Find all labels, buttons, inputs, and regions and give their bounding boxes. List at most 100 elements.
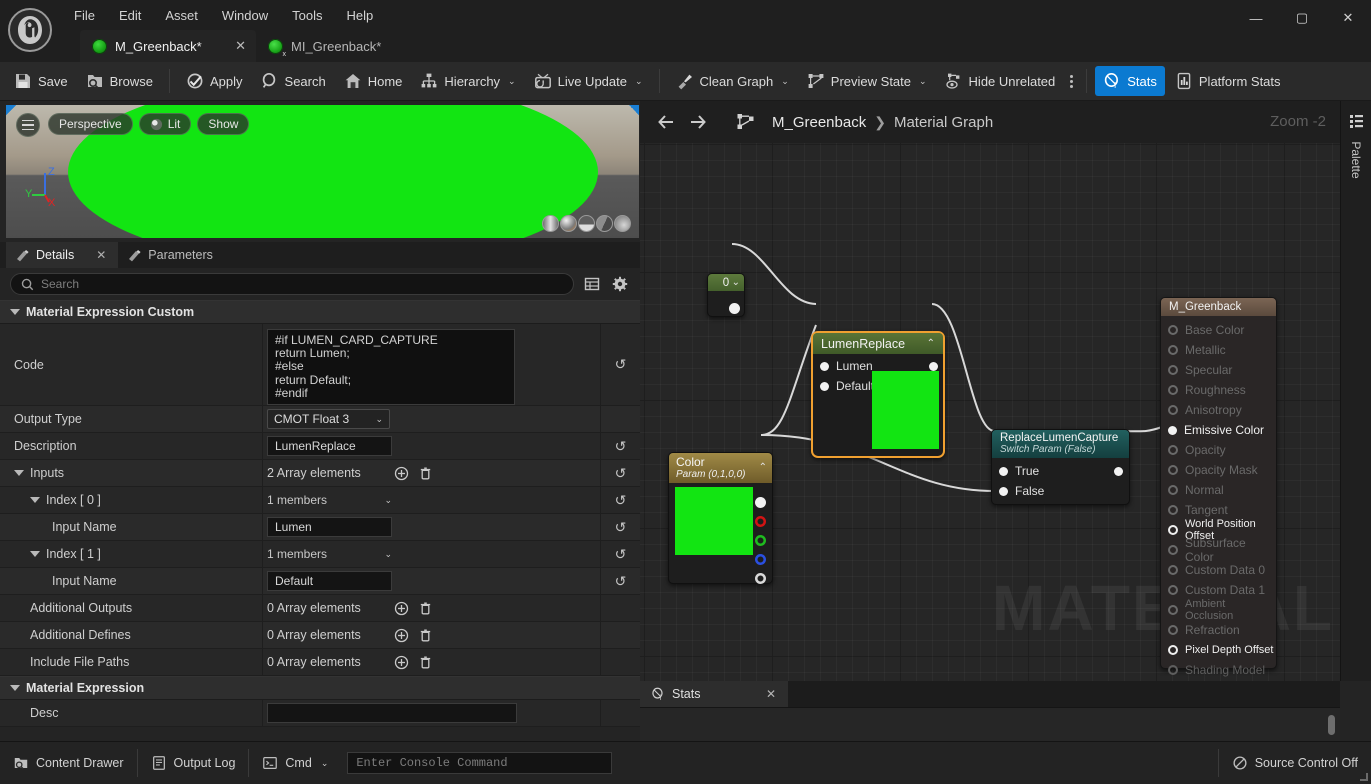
output-pin-r[interactable] [755, 516, 766, 527]
close-button[interactable]: ✕ [1325, 0, 1371, 36]
viewport-perspective-button[interactable]: Perspective [48, 113, 133, 135]
chevron-down-icon[interactable]: ⌄ [919, 76, 927, 87]
output-pin[interactable] [929, 361, 938, 371]
reset-to-default-button[interactable]: ↺ [600, 460, 640, 487]
output-pin-custom-data-0[interactable]: Custom Data 0 [1161, 560, 1276, 580]
content-drawer-button[interactable]: Content Drawer [0, 742, 137, 784]
chevron-down-icon[interactable]: ⌄ [732, 277, 740, 288]
reset-to-default-button[interactable]: ↺ [600, 324, 640, 406]
maximize-button[interactable]: ▢ [1279, 0, 1325, 36]
tab-stats[interactable]: i Stats ✕ [640, 681, 788, 707]
node-constant-0[interactable]: 0 ⌄ [707, 273, 745, 317]
close-icon[interactable]: ✕ [96, 248, 106, 262]
input-name-field[interactable]: Lumen [267, 517, 392, 538]
pin-dot-icon[interactable] [1168, 605, 1178, 615]
cmd-button[interactable]: Cmd ⌄ [249, 742, 341, 784]
close-icon[interactable]: ✕ [211, 38, 246, 54]
column-view-icon[interactable] [582, 274, 602, 294]
stats-toggle-button[interactable]: i Stats [1095, 66, 1165, 96]
expander-icon[interactable] [10, 685, 20, 692]
material-graph-editor[interactable]: MATERIAL 0 ⌄ LumenR [640, 101, 1340, 681]
chevron-down-icon[interactable]: ⌄ [781, 76, 789, 87]
search-input[interactable] [41, 277, 563, 291]
input-pin[interactable] [999, 466, 1008, 476]
custom-preview-icon[interactable] [614, 215, 631, 232]
expander-icon[interactable] [30, 551, 40, 558]
reset-to-default-button[interactable]: ↺ [600, 514, 640, 541]
breadcrumb-asset[interactable]: M_Greenback [772, 114, 866, 131]
chevron-down-icon[interactable]: ⌄ [635, 76, 643, 87]
menu-item-edit[interactable]: Edit [107, 4, 153, 27]
reset-to-default-button[interactable]: ↺ [600, 541, 640, 568]
add-element-button[interactable] [393, 654, 409, 670]
breadcrumb-page[interactable]: Material Graph [894, 114, 993, 131]
console-command-input[interactable]: Enter Console Command [347, 752, 613, 774]
forward-button[interactable] [684, 108, 712, 136]
details-search-box[interactable] [10, 273, 574, 295]
output-pin-roughness[interactable]: Roughness [1161, 380, 1276, 400]
menu-item-tools[interactable]: Tools [280, 4, 334, 27]
output-pin[interactable] [1114, 466, 1123, 476]
pin-dot-icon[interactable] [1168, 565, 1178, 575]
tab-m-greenback[interactable]: M_Greenback* ✕ [80, 30, 256, 62]
close-icon[interactable]: ✕ [766, 687, 776, 701]
node-replace-lumen-capture[interactable]: ReplaceLumenCapture Switch Param (False)… [991, 429, 1130, 505]
output-pin-g[interactable] [755, 535, 766, 546]
node-title-bar[interactable]: ReplaceLumenCapture Switch Param (False) [992, 430, 1129, 458]
plane-preview-icon[interactable] [578, 215, 595, 232]
platform-stats-button[interactable]: Platform Stats [1167, 66, 1289, 96]
node-input-false[interactable]: False [992, 481, 1129, 501]
output-pin-pixel-depth-offset[interactable]: Pixel Depth Offset [1161, 640, 1276, 660]
pin-dot-icon[interactable] [1168, 545, 1178, 555]
code-input[interactable]: #if LUMEN_CARD_CAPTURE return Lumen; #el… [267, 329, 515, 406]
section-material-expression-custom[interactable]: Material Expression Custom [0, 300, 640, 324]
input-pin[interactable] [820, 361, 829, 371]
cube-preview-icon[interactable] [596, 215, 613, 232]
pin-dot-icon[interactable] [1168, 405, 1178, 415]
menu-item-asset[interactable]: Asset [153, 4, 210, 27]
output-pin-opacity-mask[interactable]: Opacity Mask [1161, 460, 1276, 480]
output-pin-anisotropy[interactable]: Anisotropy [1161, 400, 1276, 420]
output-pin-rgba[interactable] [755, 497, 766, 508]
pin-dot-icon[interactable] [1168, 585, 1178, 595]
output-pin[interactable] [729, 303, 740, 314]
material-preview-viewport[interactable]: Perspective Lit Show Z Y X [6, 105, 639, 238]
output-pin-opacity[interactable]: Opacity [1161, 440, 1276, 460]
sphere-preview-icon[interactable] [560, 215, 577, 232]
output-pin-subsurface-color[interactable]: Subsurface Color [1161, 536, 1276, 564]
add-element-button[interactable] [393, 465, 409, 481]
pin-dot-icon[interactable] [1168, 345, 1178, 355]
pin-dot-icon[interactable] [1168, 525, 1178, 535]
node-input-true[interactable]: True [992, 461, 1129, 481]
output-pin-a[interactable] [755, 573, 766, 584]
pin-dot-icon[interactable] [1168, 625, 1178, 635]
node-lumen-replace[interactable]: LumenReplace ⌃ Lumen Default [811, 331, 945, 458]
browse-button[interactable]: Browse [78, 66, 161, 96]
input-name-field[interactable]: Default [267, 571, 392, 592]
tab-details[interactable]: Details ✕ [6, 242, 119, 268]
live-update-button[interactable]: Live Update ⌄ [526, 66, 651, 96]
node-color-param[interactable]: Color Param (0,1,0,0) ⌃ [668, 452, 773, 584]
minimize-button[interactable]: — [1233, 0, 1279, 36]
reset-to-default-button[interactable]: ↺ [600, 433, 640, 460]
pin-dot-icon[interactable] [1168, 645, 1178, 655]
preview-state-button[interactable]: Preview State ⌄ [799, 66, 935, 96]
menu-item-help[interactable]: Help [334, 4, 385, 27]
apply-button[interactable]: Apply [178, 66, 251, 96]
output-pin-metallic[interactable]: Metallic [1161, 340, 1276, 360]
viewport-menu-icon[interactable] [16, 113, 40, 137]
reset-to-default-button[interactable]: ↺ [600, 568, 640, 595]
chevron-up-icon[interactable]: ⌃ [927, 338, 935, 349]
menu-item-window[interactable]: Window [210, 4, 280, 27]
pin-dot-icon[interactable] [1168, 325, 1178, 335]
expander-icon[interactable] [14, 470, 24, 477]
pin-dot-icon[interactable] [1168, 445, 1178, 455]
reset-to-default-button[interactable]: ↺ [600, 487, 640, 514]
stats-content[interactable] [640, 707, 1340, 741]
input-pin[interactable] [820, 381, 829, 391]
desc-input[interactable] [267, 703, 517, 724]
output-pin-base-color[interactable]: Base Color [1161, 320, 1276, 340]
source-control-button[interactable]: Source Control Off [1219, 742, 1371, 784]
output-type-dropdown[interactable]: CMOT Float 3 ⌄ [267, 409, 390, 430]
menu-item-file[interactable]: File [62, 4, 107, 27]
